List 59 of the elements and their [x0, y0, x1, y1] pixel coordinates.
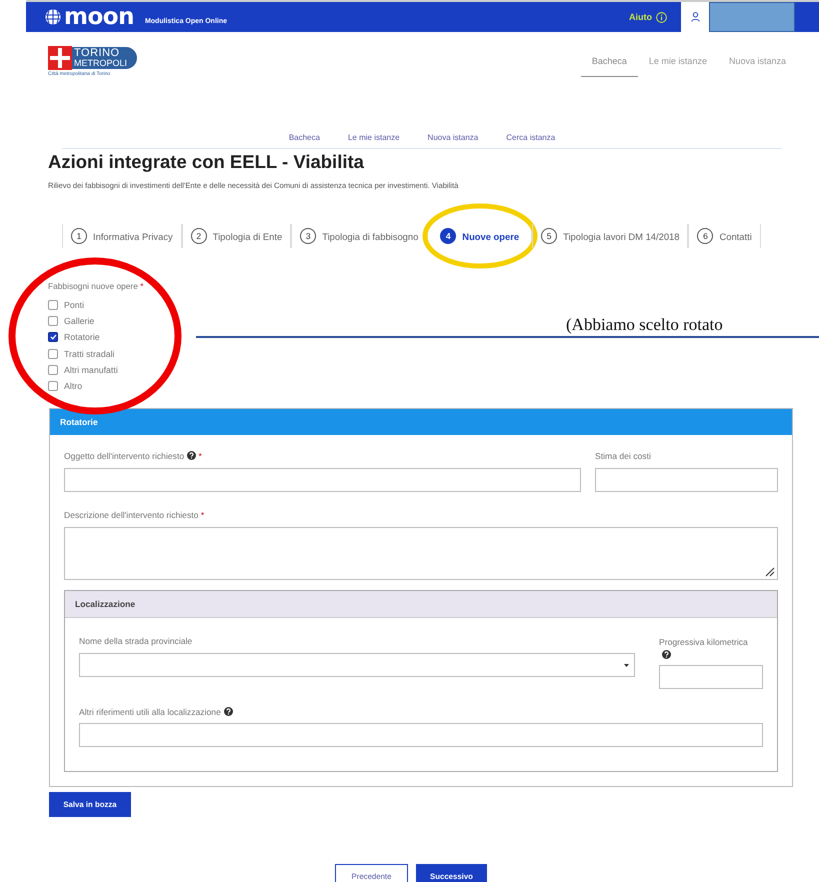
- info-icon[interactable]: [656, 12, 667, 22]
- step-tab[interactable]: 2 Tipologia di Ente: [182, 224, 292, 248]
- step-number: 2: [190, 228, 207, 244]
- required-mark: *: [200, 510, 204, 520]
- input-field[interactable]: [64, 468, 581, 492]
- user-icon[interactable]: [690, 12, 700, 22]
- field-label: Progressiva kilometrica: [659, 636, 748, 662]
- checkbox[interactable]: [48, 332, 58, 342]
- step-tab[interactable]: 3 Tipologia di fabbisogno: [291, 224, 428, 248]
- caret-icon: [624, 664, 629, 667]
- field-label: Altri riferimenti utili alla localizzazione: [79, 707, 233, 720]
- panel-header: Rotatorie: [50, 409, 792, 436]
- select-field[interactable]: [79, 653, 635, 678]
- step-tab[interactable]: 1 Informativa Privacy: [62, 224, 182, 248]
- checkbox[interactable]: [48, 300, 58, 310]
- step-number: 5: [541, 228, 558, 244]
- help-link[interactable]: Aiuto: [629, 12, 652, 22]
- help-icon[interactable]: [187, 451, 196, 460]
- required-mark: *: [140, 281, 144, 291]
- step-tab[interactable]: 6 Contatti: [688, 224, 761, 248]
- nav-link[interactable]: Nuova istanza: [428, 133, 478, 142]
- input-field[interactable]: [79, 723, 763, 748]
- checkbox-option[interactable]: Rotatorie: [48, 329, 100, 346]
- section-header: Localizzazione: [65, 591, 777, 618]
- checkbox-option[interactable]: Altro: [48, 378, 82, 394]
- checkbox-option[interactable]: Tratti stradali: [48, 346, 115, 362]
- city-logo[interactable]: TORINO METROPOLI: [70, 47, 138, 69]
- checkbox[interactable]: [48, 348, 58, 359]
- flag-icon: [48, 46, 72, 70]
- field-label: Nome della strada provinciale: [79, 636, 192, 648]
- help-icon[interactable]: [224, 707, 233, 716]
- required-mark: *: [198, 451, 202, 462]
- globe-icon: [45, 9, 61, 25]
- page-title: Azioni integrate con EELL - Viabilita: [48, 151, 365, 173]
- step-number: 6: [697, 228, 714, 244]
- field-label: Stima dei costi: [595, 451, 651, 464]
- step-number: 1: [71, 228, 87, 244]
- field-label: Oggetto dell'intervento richiesto *: [64, 451, 202, 464]
- checkbox[interactable]: [48, 364, 58, 375]
- checkbox-option[interactable]: Gallerie: [48, 313, 94, 330]
- checkbox-option[interactable]: Ponti: [48, 297, 84, 314]
- help-icon[interactable]: [662, 650, 671, 660]
- nav-link[interactable]: Cerca istanza: [506, 133, 556, 142]
- annotation-text: (Abbiamo scelto rotato: [566, 315, 723, 335]
- field-label: Fabbisogni nuove opere *: [48, 281, 144, 291]
- checkbox-option[interactable]: Altri manufatti: [48, 362, 118, 378]
- nav-link[interactable]: Le mie istanze: [348, 133, 400, 142]
- resize-handle-icon[interactable]: [765, 567, 775, 578]
- nav-link[interactable]: Bacheca: [288, 133, 320, 142]
- input-field[interactable]: [595, 468, 778, 492]
- step-number: 4: [440, 228, 456, 244]
- app-logo[interactable]: moon: [64, 6, 134, 28]
- step-tab[interactable]: 5 Tipologia lavori DM 14/2018: [532, 224, 688, 248]
- checkbox[interactable]: [48, 381, 58, 392]
- field-label: Descrizione dell'intervento richiesto *: [64, 510, 204, 522]
- checkbox[interactable]: [48, 316, 58, 326]
- nav-link[interactable]: Bacheca: [580, 52, 638, 77]
- input-field[interactable]: [659, 665, 763, 690]
- step-number: 3: [300, 228, 316, 244]
